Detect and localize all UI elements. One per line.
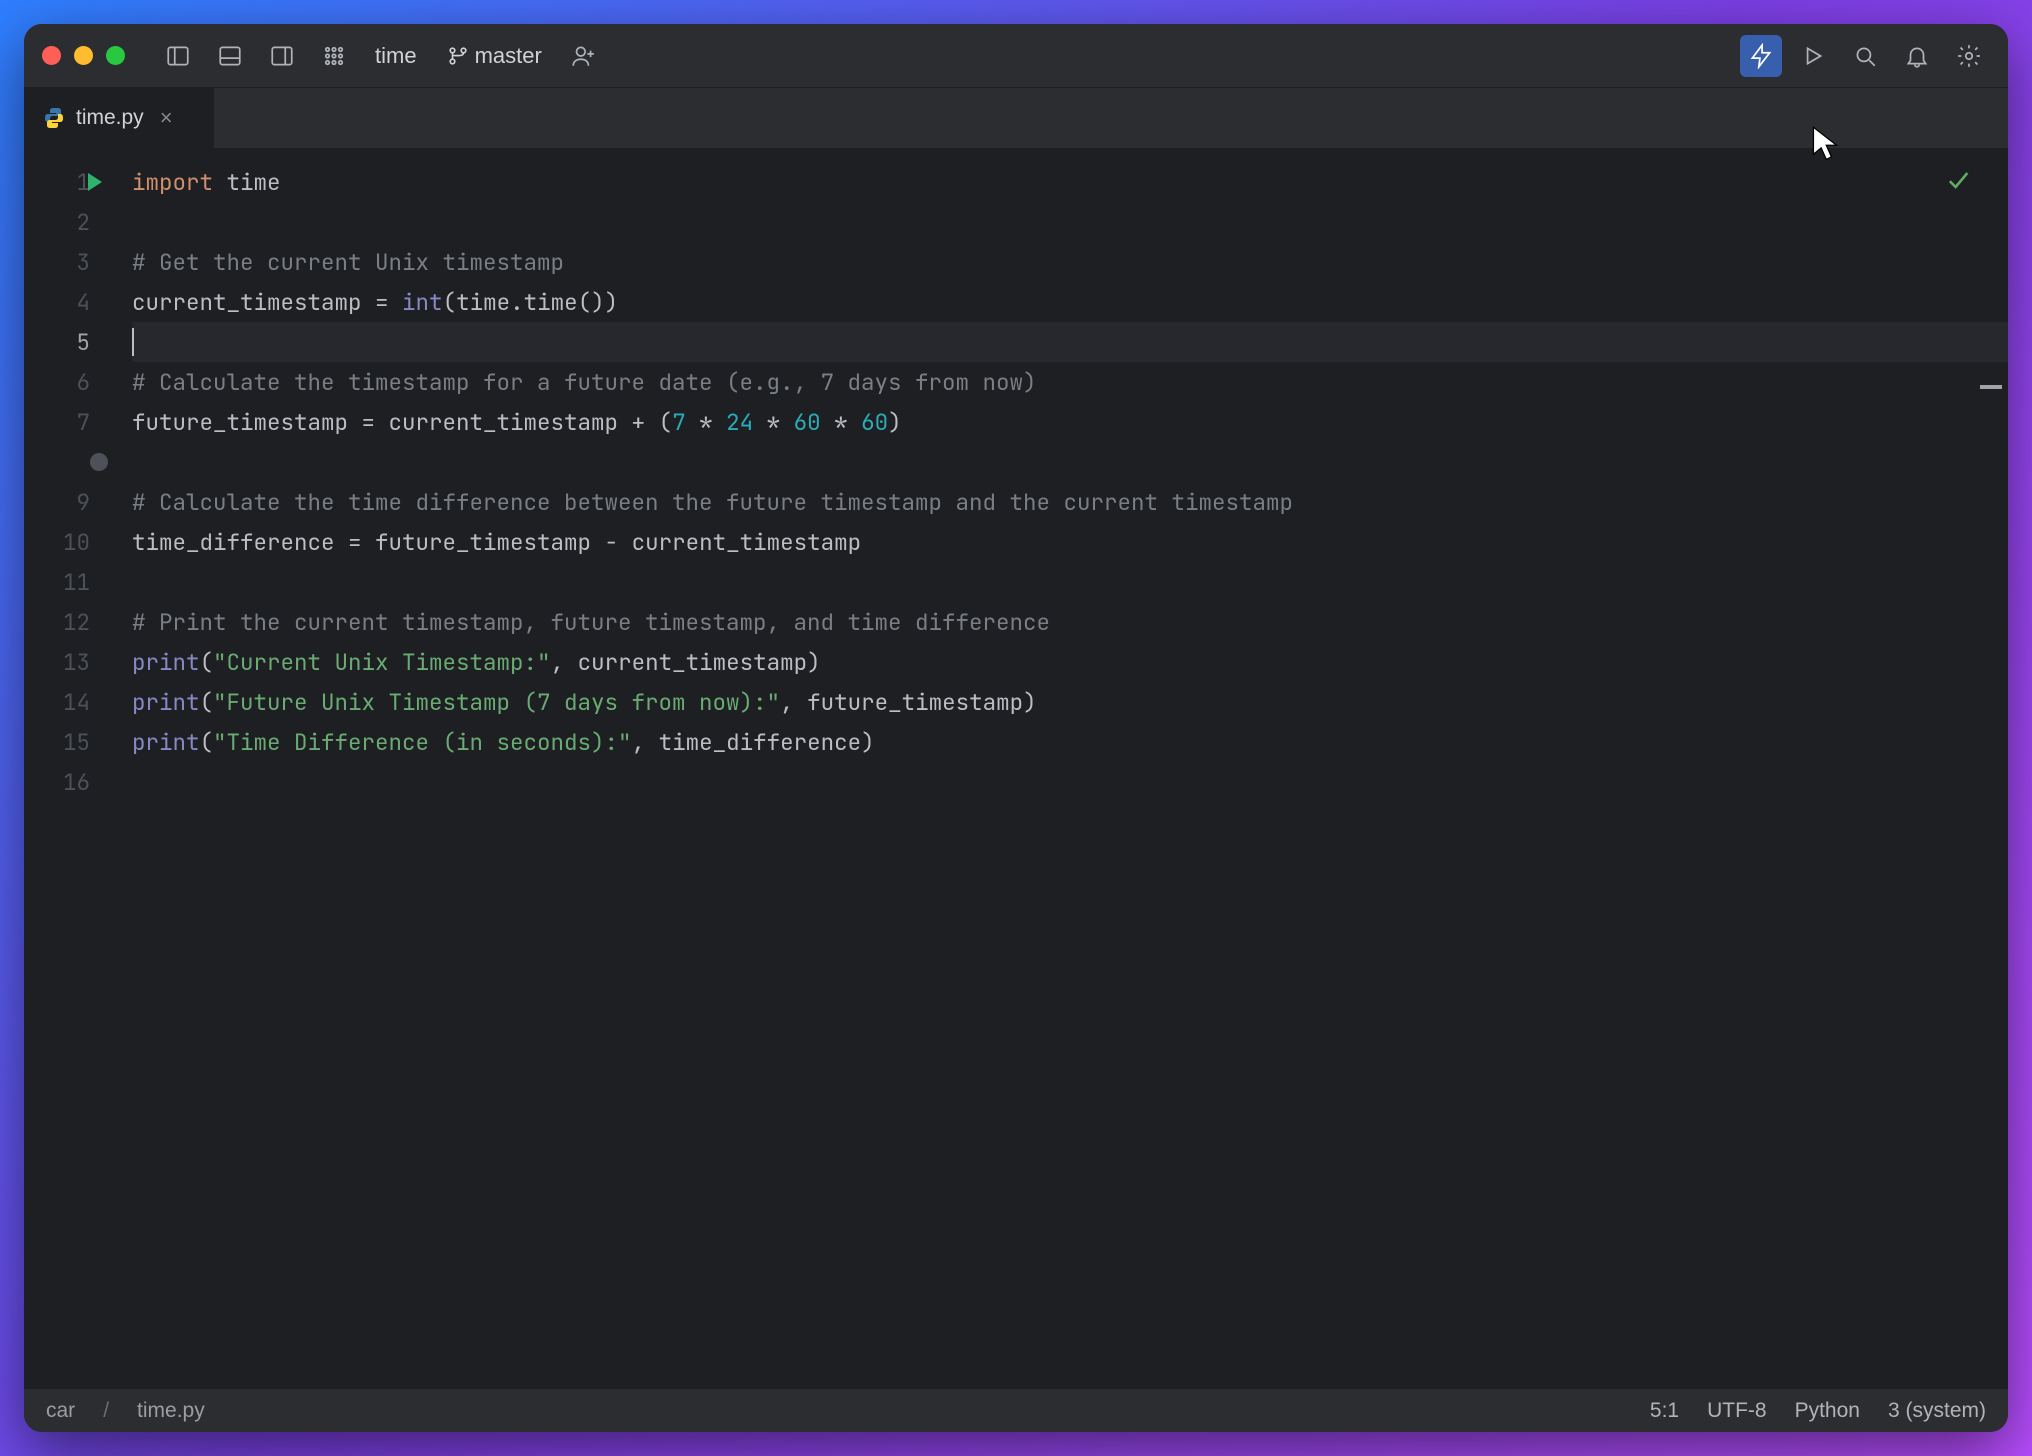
editor-area[interactable]: 1234567910111213141516 import time# Get …: [24, 148, 2008, 1388]
run-icon[interactable]: [1792, 35, 1834, 77]
breadcrumb-file[interactable]: time.py: [137, 1399, 205, 1423]
code-line[interactable]: print("Future Unix Timestamp (7 days fro…: [132, 682, 2008, 722]
code-line[interactable]: import time: [132, 162, 2008, 202]
code-line[interactable]: [132, 202, 2008, 242]
git-branch[interactable]: master: [437, 43, 552, 69]
code-line[interactable]: print("Time Difference (in seconds):", t…: [132, 722, 2008, 762]
titlebar: time master: [24, 24, 2008, 88]
code-line[interactable]: print("Current Unix Timestamp:", current…: [132, 642, 2008, 682]
inspection-ok-icon[interactable]: [1944, 166, 1972, 199]
line-number[interactable]: 12: [24, 602, 132, 642]
language-mode[interactable]: Python: [1795, 1399, 1860, 1423]
code-line[interactable]: future_timestamp = current_timestamp + (…: [132, 402, 2008, 442]
line-number[interactable]: 14: [24, 682, 132, 722]
line-number[interactable]: 13: [24, 642, 132, 682]
ai-assistant-icon[interactable]: [1740, 35, 1782, 77]
right-sidebar-toggle-icon[interactable]: [261, 35, 303, 77]
line-number[interactable]: 10: [24, 522, 132, 562]
minimize-window-button[interactable]: [74, 46, 93, 65]
code-line[interactable]: [132, 322, 2008, 362]
line-number[interactable]: 5: [24, 322, 132, 362]
code-line[interactable]: # Calculate the timestamp for a future d…: [132, 362, 2008, 402]
code-line[interactable]: # Get the current Unix timestamp: [132, 242, 2008, 282]
project-name[interactable]: time: [365, 43, 427, 69]
line-number[interactable]: 6: [24, 362, 132, 402]
line-number[interactable]: 16: [24, 762, 132, 802]
tab-bar: time.py ×: [24, 88, 2008, 148]
line-number[interactable]: 7: [24, 402, 132, 442]
gutter[interactable]: 1234567910111213141516: [24, 162, 132, 802]
branch-name: master: [475, 43, 542, 69]
tab-filename: time.py: [76, 106, 144, 130]
settings-icon[interactable]: [1948, 35, 1990, 77]
ide-window: time master time.py: [24, 24, 2008, 1432]
code-line[interactable]: [132, 442, 2008, 482]
notifications-icon[interactable]: [1896, 35, 1938, 77]
line-number[interactable]: 9: [24, 482, 132, 522]
add-collaborator-icon[interactable]: [562, 35, 604, 77]
editor-tab[interactable]: time.py ×: [24, 88, 214, 148]
git-branch-icon: [447, 45, 469, 67]
code-area: 1234567910111213141516 import time# Get …: [24, 148, 2008, 802]
encoding[interactable]: UTF-8: [1707, 1399, 1767, 1423]
line-number[interactable]: 11: [24, 562, 132, 602]
scrollbar-caret-mark: [1980, 385, 2002, 389]
line-number[interactable]: 2: [24, 202, 132, 242]
maximize-window-button[interactable]: [106, 46, 125, 65]
line-number[interactable]: [24, 442, 132, 482]
grid-icon[interactable]: [313, 35, 355, 77]
code-line[interactable]: # Print the current timestamp, future ti…: [132, 602, 2008, 642]
python-file-icon: [42, 106, 66, 130]
code-line[interactable]: current_timestamp = int(time.time()): [132, 282, 2008, 322]
code-line[interactable]: time_difference = future_timestamp - cur…: [132, 522, 2008, 562]
left-sidebar-toggle-icon[interactable]: [157, 35, 199, 77]
code-line[interactable]: # Calculate the time difference between …: [132, 482, 2008, 522]
cursor-position[interactable]: 5:1: [1650, 1399, 1679, 1423]
line-number[interactable]: 3: [24, 242, 132, 282]
search-icon[interactable]: [1844, 35, 1886, 77]
line-number[interactable]: 4: [24, 282, 132, 322]
window-controls: [42, 46, 125, 65]
close-tab-icon[interactable]: ×: [160, 105, 173, 131]
code-line[interactable]: [132, 562, 2008, 602]
line-number[interactable]: 15: [24, 722, 132, 762]
breadcrumb-root[interactable]: car: [46, 1399, 75, 1423]
line-number[interactable]: 1: [24, 162, 132, 202]
interpreter[interactable]: 3 (system): [1888, 1399, 1986, 1423]
close-window-button[interactable]: [42, 46, 61, 65]
code-line[interactable]: [132, 762, 2008, 802]
bottom-panel-toggle-icon[interactable]: [209, 35, 251, 77]
code-lines[interactable]: import time # Get the current Unix timest…: [132, 162, 2008, 802]
status-bar: car / time.py 5:1 UTF-8 Python 3 (system…: [24, 1388, 2008, 1432]
breadcrumb-sep: /: [103, 1399, 109, 1423]
